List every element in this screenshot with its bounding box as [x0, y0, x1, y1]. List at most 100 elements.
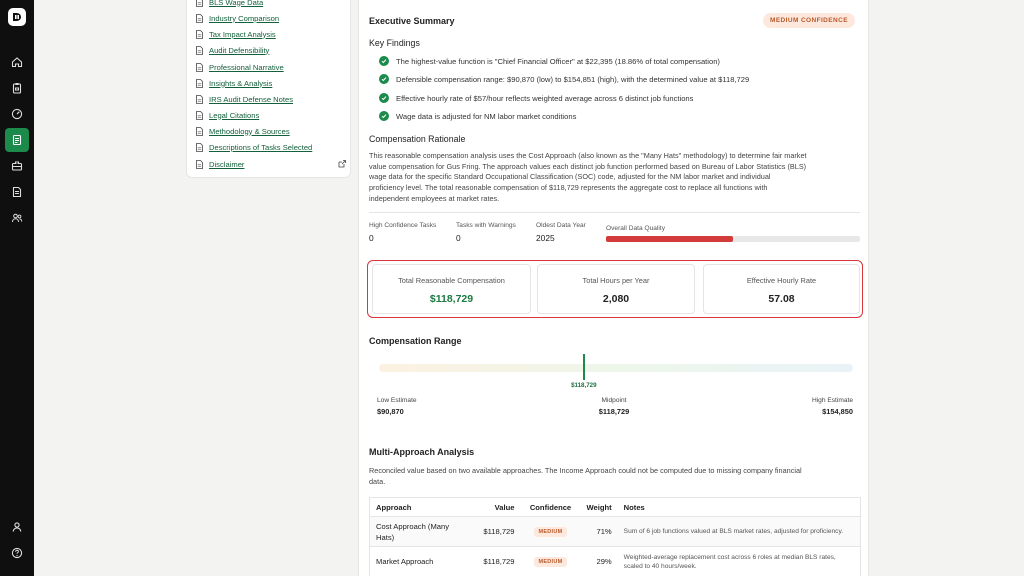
document-icon — [196, 142, 203, 152]
compensation-rationale-title: Compensation Rationale — [369, 134, 466, 144]
data-quality-fill — [606, 236, 733, 242]
help-icon[interactable] — [5, 541, 29, 565]
approach-notes: Weighted-average replacement cost across… — [623, 553, 836, 561]
value-cell: $118,729 — [475, 546, 521, 576]
user-icon[interactable] — [5, 515, 29, 539]
range-low: Low Estimate $90,870 — [377, 397, 417, 416]
text-line: This reasonable compensation analysis us… — [369, 151, 807, 160]
card-value: $118,729 — [429, 293, 474, 305]
approach-cell: Cost Approach (Many Hats) — [369, 516, 476, 547]
toc-link[interactable]: Methodology & Sources — [196, 124, 346, 138]
finding-item: Defensible compensation range: $90,870 (… — [379, 74, 749, 84]
stat-warnings: Tasks with Warnings 0 — [456, 222, 516, 243]
report-panel: Executive Summary MEDIUM CONFIDENCE Key … — [358, 0, 869, 576]
clipboard-icon[interactable] — [5, 76, 29, 100]
confidence-cell: MEDIUM — [520, 546, 581, 576]
toc-link-label: Disclaimer — [209, 159, 245, 169]
compensation-range-bar — [379, 364, 853, 372]
external-link-icon[interactable] — [338, 160, 346, 168]
notes-cell: Sum of 6 job functions valued at BLS mar… — [617, 516, 861, 547]
report-table-of-contents: BLS Wage Data Industry Comparison Tax Impa… — [186, 0, 351, 178]
report-icon[interactable] — [5, 128, 29, 152]
home-icon[interactable] — [5, 50, 29, 74]
range-low-value: $90,870 — [377, 407, 404, 416]
approach-table: Approach Value Confidence Weight Notes C… — [369, 497, 861, 576]
card-value: 57.08 — [768, 293, 795, 305]
toc-link[interactable]: Professional Narrative — [196, 60, 346, 74]
stat-oldest-data-year: Oldest Data Year 2025 — [536, 222, 586, 243]
toc-link[interactable]: Industry Comparison — [196, 11, 346, 25]
total-hours-card: Total Hours per Year 2,080 — [537, 264, 695, 314]
multi-approach-description: Reconciled value based on two available … — [369, 466, 864, 487]
range-mid-value: $118,729 — [598, 407, 630, 416]
toc-link[interactable]: Audit Defensibility — [196, 43, 346, 57]
stat-value: 0 — [369, 233, 374, 243]
approach-name: Cost Approach (Many — [376, 521, 450, 531]
toc-link[interactable]: Insights & Analysis — [196, 76, 346, 90]
executive-summary-title: Executive Summary — [369, 16, 455, 26]
divider — [369, 212, 860, 213]
card-label: Total Reasonable Compensation — [398, 276, 505, 285]
toc-link-label: Industry Comparison — [209, 13, 280, 23]
check-circle-icon — [379, 56, 389, 66]
column-header: Notes — [617, 497, 861, 517]
toc-link[interactable]: Disclaimer — [196, 157, 346, 171]
table-header-row: Approach Value Confidence Weight Notes — [369, 497, 861, 517]
document-icon — [196, 159, 203, 169]
approach-notes: Sum of 6 job functions valued at BLS mar… — [623, 528, 844, 535]
toc-link-label: Audit Defensibility — [209, 45, 270, 55]
table-row: Cost Approach (Many Hats) $118,729 MEDIUM 71… — [369, 516, 861, 547]
card-value: 2,080 — [602, 293, 630, 305]
range-high-label: High Estimate — [811, 397, 853, 404]
document-icon — [196, 29, 203, 39]
toc-link[interactable]: Tax Impact Analysis — [196, 27, 346, 41]
data-quality-label: Overall Data Quality — [606, 225, 665, 232]
approach-notes: scaled to 40 hours/week. — [623, 562, 697, 570]
confidence-cell: MEDIUM — [520, 516, 581, 547]
toc-link-label: Tax Impact Analysis — [209, 29, 276, 39]
stat-label: High Confidence Tasks — [369, 222, 437, 229]
toc-link[interactable]: Descriptions of Tasks Selected — [196, 140, 346, 154]
column-header: Confidence — [520, 497, 581, 517]
check-circle-icon — [379, 111, 389, 121]
stat-value: 0 — [456, 233, 461, 243]
document-icon — [196, 62, 203, 72]
app-logo-icon[interactable] — [8, 8, 26, 26]
toc-link[interactable]: BLS Wage Data — [196, 0, 346, 9]
range-marker — [582, 354, 585, 380]
text-line: independent employees at market rates. — [369, 193, 500, 203]
stat-value: 2025 — [536, 233, 555, 243]
approach-name: Market Approach — [376, 557, 434, 566]
document-icon[interactable] — [5, 180, 29, 204]
range-high-value: $154,850 — [822, 407, 853, 416]
key-findings-title: Key Findings — [369, 38, 420, 48]
stat-label: Tasks with Warnings — [456, 222, 516, 229]
summary-cards-highlight: Total Reasonable Compensation $118,729 T… — [367, 260, 863, 318]
compensation-rationale-text: This reasonable compensation analysis us… — [369, 151, 864, 205]
data-quality-bar — [606, 236, 860, 242]
briefcase-icon[interactable] — [5, 154, 29, 178]
total-compensation-card: Total Reasonable Compensation $118,729 — [372, 264, 531, 314]
card-label: Effective Hourly Rate — [746, 276, 817, 285]
range-mid-label: Midpoint — [601, 397, 627, 404]
document-icon — [196, 0, 203, 7]
gauge-icon[interactable] — [5, 102, 29, 126]
toc-link-label: IRS Audit Defense Notes — [209, 94, 293, 104]
stat-label: Oldest Data Year — [536, 222, 586, 229]
range-low-label: Low Estimate — [377, 397, 417, 404]
text-line: value compensation for Gus Fring. The ap… — [369, 161, 807, 171]
finding-item: Wage data is adjusted for NM labor marke… — [379, 111, 576, 121]
users-icon[interactable] — [5, 206, 29, 230]
column-header: Approach — [369, 497, 476, 517]
column-header: Weight — [580, 497, 618, 517]
approach-cell: Market Approach — [369, 546, 476, 576]
toc-link[interactable]: IRS Audit Defense Notes — [196, 92, 346, 106]
toc-link[interactable]: Legal Citations — [196, 108, 346, 122]
toc-link-label: BLS Wage Data — [209, 0, 264, 7]
toc-link-label: Descriptions of Tasks Selected — [209, 142, 313, 152]
toc-link-label: Professional Narrative — [209, 62, 284, 72]
toc-link-label: Legal Citations — [209, 110, 260, 120]
compensation-range-title: Compensation Range — [369, 336, 462, 346]
hourly-rate-card: Effective Hourly Rate 57.08 — [703, 264, 860, 314]
confidence-badge: MEDIUM — [534, 557, 567, 567]
